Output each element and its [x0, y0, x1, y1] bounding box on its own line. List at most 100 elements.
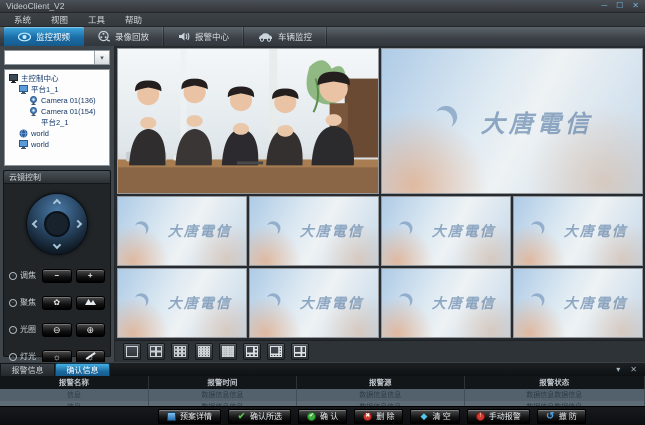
action-button-label: 清 空 [432, 411, 450, 422]
video-pane-4[interactable]: DTT大唐電信 [249, 196, 379, 266]
focus-far-button[interactable] [76, 296, 106, 310]
ptz-left-arrow[interactable] [32, 220, 40, 228]
iris-plus-button[interactable]: ⊕ [76, 323, 106, 337]
video-pane-6[interactable]: DTT大唐電信 [513, 196, 643, 266]
action-bar: 预案详情 ✔确认所选 ✔确 认 ✖ 删 除 ◆清 空 !手动报警 ↺撤 防 [0, 406, 645, 425]
ptz-row-bullet-icon: ◦ [9, 272, 17, 280]
alarm-panel: 报警信息确认信息▾✕ 报警名称报警时间报警源报警状态 信息数据信息信息数据信息信… [0, 362, 645, 406]
globe-icon [19, 130, 28, 138]
layout-25-button[interactable] [219, 343, 237, 360]
window-title: VideoClient_V2 [6, 1, 64, 11]
alarm-tab-报警信息[interactable]: 报警信息 [0, 363, 55, 376]
ptz-down-arrow[interactable] [53, 241, 61, 249]
video-pane-9[interactable]: DTT大唐電信 [381, 268, 511, 338]
删除-button[interactable]: ✖ 删 除 [354, 409, 403, 424]
menu-item-0[interactable]: 系统 [4, 14, 41, 26]
tree-item-label: 平台1_1 [31, 84, 59, 95]
nav-tab-报警中心[interactable]: 报警中心 [164, 27, 244, 46]
iris-minus-button[interactable]: ⊖ [42, 323, 72, 337]
crescent-logo-icon [527, 295, 544, 312]
tree-item-label: Camera 01(136) [41, 96, 96, 105]
main-area: ▾ 主控制中心平台1_1Camera 01(136)Camera 01(154)… [0, 46, 645, 362]
delete-icon: ✖ [363, 412, 372, 421]
tree-item-平台2_1[interactable]: 平台2_1 [7, 117, 107, 128]
alarm-cell: 数据信息信息 [296, 389, 464, 401]
video-pane-1[interactable] [117, 48, 379, 194]
nav-tab-bar: 监控视频 录像回放 报警中心车辆监控 [0, 27, 645, 46]
video-pane-3[interactable]: DTT大唐電信 [117, 196, 247, 266]
ptz-center-knob[interactable] [44, 211, 70, 237]
menu-item-2[interactable]: 工具 [78, 14, 115, 26]
nav-tab-监控视频[interactable]: 监控视频 [4, 27, 84, 46]
focus-near-button[interactable]: ✿ [42, 296, 72, 310]
alarm-tab-确认信息[interactable]: 确认信息 [55, 363, 110, 376]
watermark-text: 大唐電信 [432, 293, 496, 313]
layout-1-5-button[interactable] [243, 343, 261, 360]
ptz-row-label: ◦灯光 [9, 351, 38, 362]
tree-item-world[interactable]: world [7, 128, 107, 139]
meeting-room-photo [118, 49, 378, 193]
alarm-table-row[interactable]: 信息数据信息信息数据信息信息数据信息数据信息 [0, 389, 645, 401]
action-button-label: 删 除 [376, 411, 394, 422]
tree-item-Camera 01(136)[interactable]: Camera 01(136) [7, 95, 107, 106]
crescent-logo-icon [263, 223, 280, 240]
layout-1-7-button[interactable] [267, 343, 285, 360]
layout-4-button[interactable] [147, 343, 165, 360]
close-icon[interactable]: ✕ [632, 2, 639, 10]
layout-1-button[interactable] [123, 343, 141, 360]
menu-item-1[interactable]: 视图 [41, 14, 78, 26]
ptz-up-arrow[interactable] [53, 199, 61, 207]
layout-9-button[interactable] [171, 343, 189, 360]
device-selector[interactable]: ▾ [4, 50, 110, 65]
nav-tab-label: 录像回放 [115, 31, 149, 43]
tree-item-label: 主控制中心 [21, 73, 59, 84]
tree-item-Camera 01(154)[interactable]: Camera 01(154) [7, 106, 107, 117]
device-tree: 主控制中心平台1_1Camera 01(136)Camera 01(154)平台… [4, 69, 110, 166]
alarm-column-报警时间: 报警时间 [148, 376, 296, 389]
ptz-row-text: 光圈 [20, 324, 36, 335]
disarm-icon: ↺ [546, 412, 555, 421]
ptz-direction-pad[interactable] [26, 193, 88, 255]
确认-button[interactable]: ✔确 认 [298, 409, 347, 424]
撤防-button[interactable]: ↺撤 防 [537, 409, 586, 424]
layout-16-button[interactable] [195, 343, 213, 360]
video-pane-5[interactable]: DTT大唐電信 [381, 196, 511, 266]
ptz-row-label: ◦光圈 [9, 324, 38, 335]
video-pane-2[interactable]: DTT大唐電信 [381, 48, 643, 194]
video-pane-7[interactable]: DTT大唐電信 [117, 268, 247, 338]
crescent-logo-icon [131, 295, 148, 312]
nav-tab-录像回放[interactable]: 录像回放 [84, 27, 164, 46]
plus-button[interactable]: + [76, 269, 106, 283]
nav-tab-车辆监控[interactable]: 车辆监控 [244, 27, 327, 46]
minimize-icon[interactable]: ─ [601, 2, 607, 10]
video-pane-10[interactable]: DTT大唐電信 [513, 268, 643, 338]
nav-tab-label: 监控视频 [36, 31, 70, 43]
tree-item-world[interactable]: world [7, 139, 107, 150]
确认所选-button[interactable]: ✔确认所选 [228, 409, 291, 424]
chevron-down-icon[interactable]: ▾ [94, 51, 109, 64]
video-pane-8[interactable]: DTT大唐電信 [249, 268, 379, 338]
tree-item-平台1_1[interactable]: 平台1_1 [7, 84, 107, 95]
ptz-row-text: 灯光 [20, 351, 36, 362]
清空-button[interactable]: ◆清 空 [410, 409, 459, 424]
action-button-label: 手动报警 [489, 411, 521, 422]
tree-item-主控制中心[interactable]: 主控制中心 [7, 73, 107, 84]
ptz-row-text: 调焦 [20, 270, 36, 281]
crescent-logo-icon [395, 295, 412, 312]
maximize-icon[interactable]: ☐ [616, 2, 623, 10]
预案详情-button[interactable]: 预案详情 [158, 409, 221, 424]
collapse-icon[interactable]: ▾ [616, 366, 620, 374]
close-icon[interactable]: ✕ [630, 366, 637, 374]
menu-item-3[interactable]: 帮助 [115, 14, 152, 26]
action-button-label: 确 认 [320, 411, 338, 422]
datang-watermark: DTT大唐電信 [118, 197, 246, 265]
alarm-cell: 信息 [0, 389, 148, 401]
手动报警-button[interactable]: !手动报警 [467, 409, 530, 424]
monitor-blue-icon [19, 86, 28, 94]
layout-6-button[interactable] [291, 343, 309, 360]
video-area: DTT大唐電信DTT大唐電信DTT大唐電信DTT大唐電信DTT大唐電信DTT大唐… [115, 46, 645, 362]
watermark-text: 大唐電信 [168, 221, 232, 241]
ptz-right-arrow[interactable] [74, 220, 82, 228]
minus-button[interactable]: − [42, 269, 72, 283]
watermark-text: 大唐電信 [564, 293, 628, 313]
